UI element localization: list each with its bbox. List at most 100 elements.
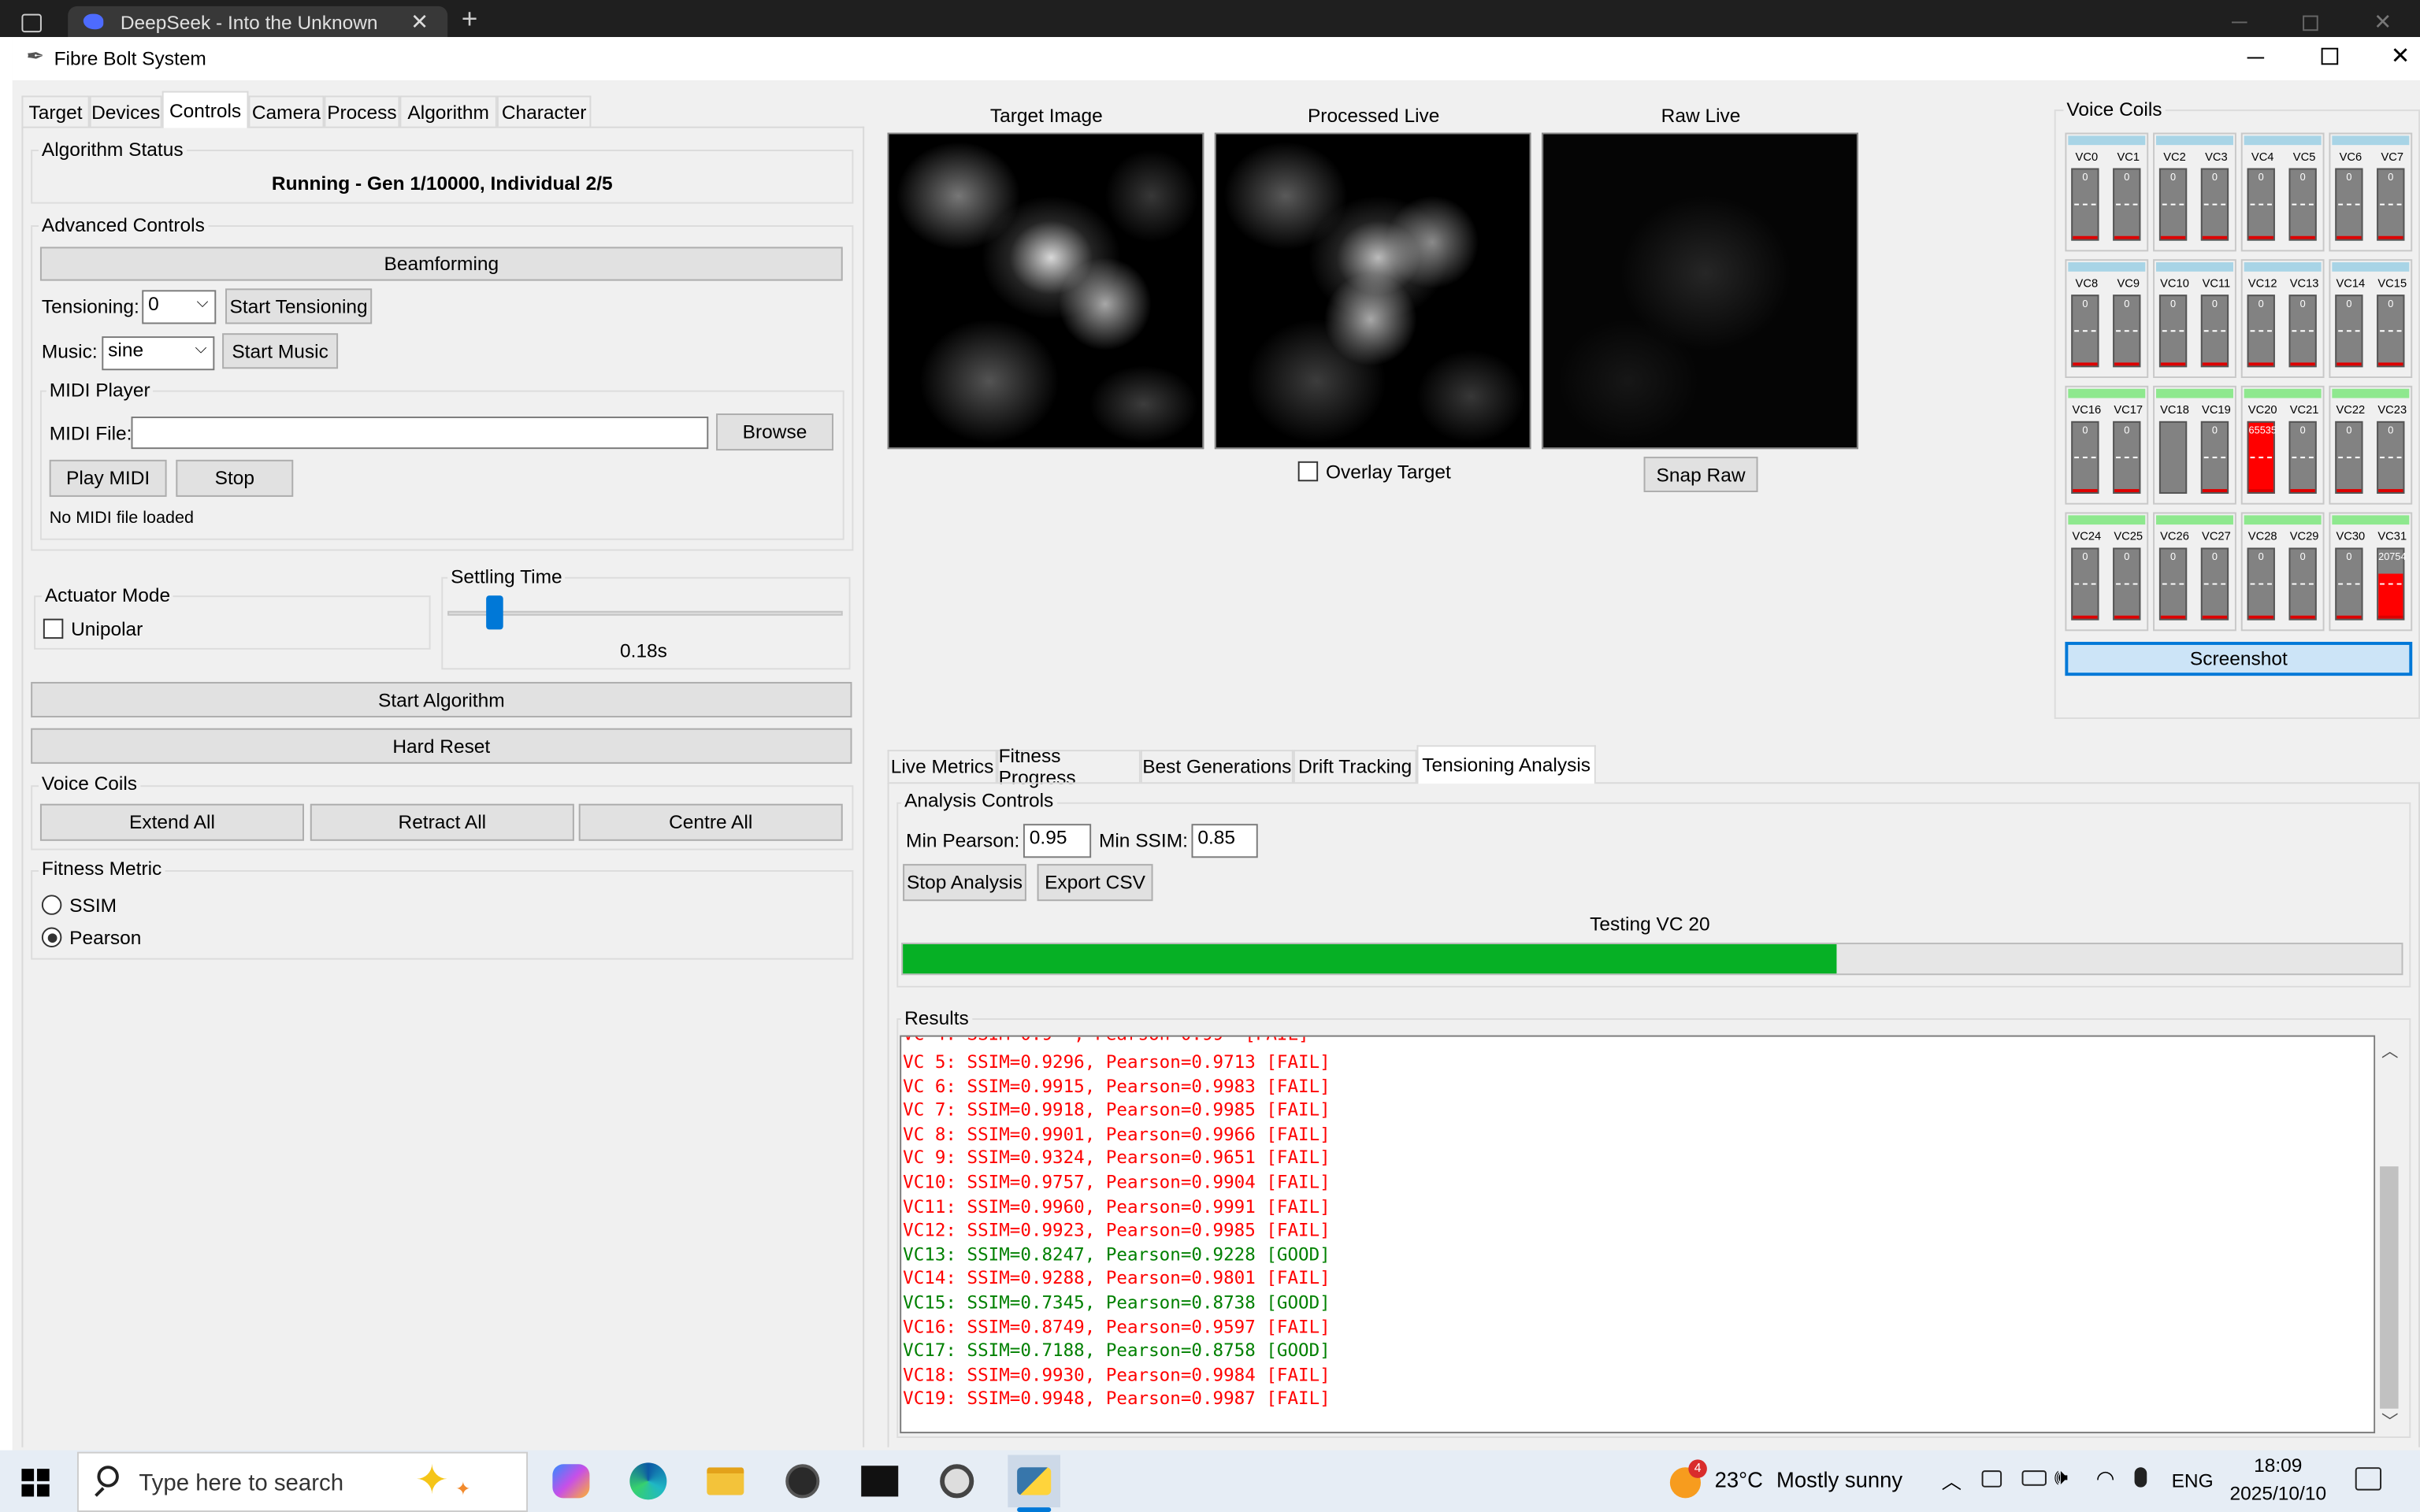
browser-close-icon[interactable]: ✕ <box>2374 9 2392 35</box>
tensioning-select[interactable]: 0 ⌵ <box>142 290 217 324</box>
voice-coil-slider[interactable]: 0 <box>2335 547 2363 621</box>
voice-coil-slider[interactable]: 0 <box>2113 168 2141 241</box>
tab-tensioning-analysis[interactable]: Tensioning Analysis <box>1416 745 1596 784</box>
browse-button[interactable]: Browse <box>716 413 833 451</box>
scroll-down-icon[interactable]: ﹀ <box>2381 1409 2399 1433</box>
voice-coil-slider[interactable]: 0 <box>2335 168 2363 241</box>
stop-midi-button[interactable]: Stop <box>176 459 294 497</box>
tab-controls[interactable]: Controls <box>161 91 249 128</box>
pearson-radio[interactable] <box>41 927 62 947</box>
notification-icon[interactable] <box>2355 1467 2382 1491</box>
close-tab-icon[interactable]: ✕ <box>410 9 429 35</box>
voice-coil-slider[interactable]: 20754 <box>2377 547 2407 621</box>
stop-analysis-button[interactable]: Stop Analysis <box>903 864 1026 902</box>
retract-all-button[interactable]: Retract All <box>310 803 574 841</box>
overlay-target-checkbox[interactable] <box>1297 461 1319 482</box>
voice-coil-slider[interactable]: 0 <box>2247 547 2275 621</box>
tab-character[interactable]: Character <box>496 95 592 127</box>
python-app-icon[interactable] <box>1008 1455 1060 1508</box>
volume-icon[interactable]: 🕪 <box>2054 1464 2068 1490</box>
browser-max-icon[interactable] <box>2303 15 2318 32</box>
tab-process[interactable]: Process <box>324 95 400 127</box>
voice-coil-slider[interactable]: 0 <box>2071 168 2099 241</box>
voice-coil-slider[interactable]: 0 <box>2200 547 2229 621</box>
browser-min-icon[interactable] <box>2232 21 2247 24</box>
settling-slider-track[interactable] <box>447 595 843 630</box>
tab-best-generations[interactable]: Best Generations <box>1140 750 1294 783</box>
settling-slider-thumb[interactable] <box>485 595 503 630</box>
voice-coil-slider[interactable]: 0 <box>2200 421 2229 494</box>
voice-coil-slider[interactable]: 0 <box>2071 547 2099 621</box>
voice-coil-slider[interactable]: 0 <box>2158 295 2188 368</box>
voice-coil-slider[interactable] <box>2158 421 2188 494</box>
voice-coil-slider[interactable]: 0 <box>2377 295 2405 368</box>
voice-coil-slider[interactable]: 0 <box>2071 295 2099 368</box>
browser-tab[interactable]: DeepSeek - Into the Unknown ✕ <box>68 6 448 38</box>
results-scrollbar[interactable]: ︿ ﹀ <box>2375 1035 2403 1434</box>
edge-browser-icon[interactable] <box>622 1455 675 1508</box>
windows-start-icon[interactable] <box>21 1469 50 1497</box>
obs-icon[interactable] <box>776 1455 829 1508</box>
voice-coil-slider[interactable]: 0 <box>2200 295 2229 368</box>
voice-coil-slider[interactable]: 65535 <box>2247 421 2277 494</box>
voice-coil-slider[interactable]: 0 <box>2335 421 2363 494</box>
tab-fitness-progress[interactable]: Fitness Progress <box>997 745 1141 788</box>
voice-coil-slider[interactable]: 0 <box>2113 547 2141 621</box>
beamforming-button[interactable]: Beamforming <box>39 246 843 281</box>
voice-coil-slider[interactable]: 0 <box>2158 547 2188 621</box>
sidebar-toggle-icon[interactable] <box>21 13 42 33</box>
tab-camera[interactable]: Camera <box>248 95 325 127</box>
midi-file-input[interactable] <box>131 416 709 450</box>
centre-all-button[interactable]: Centre All <box>578 803 843 841</box>
voice-coil-slider[interactable]: 0 <box>2335 295 2363 368</box>
results-textbox[interactable]: VC 4: SSIM=0.9 , Pearson=0.99 [FAIL] VC … <box>900 1035 2376 1434</box>
voice-coil-slider[interactable]: 0 <box>2288 295 2317 368</box>
min-pearson-input[interactable]: 0.95 <box>1023 824 1092 858</box>
tab-live-metrics[interactable]: Live Metrics <box>887 750 997 783</box>
snap-raw-button[interactable]: Snap Raw <box>1643 456 1758 492</box>
voice-coil-slider[interactable]: 0 <box>2071 421 2099 494</box>
chevron-up-icon[interactable]: ︿ <box>1942 1466 1962 1495</box>
start-algorithm-button[interactable]: Start Algorithm <box>31 681 852 718</box>
ssim-radio[interactable] <box>41 895 62 915</box>
copilot-icon[interactable] <box>545 1455 598 1508</box>
language-indicator[interactable]: ENG <box>2172 1470 2214 1492</box>
voice-coil-slider[interactable]: 0 <box>2377 168 2405 241</box>
voice-coil-slider[interactable]: 0 <box>2288 547 2317 621</box>
voice-coil-slider[interactable]: 0 <box>2113 295 2141 368</box>
extend-all-button[interactable]: Extend All <box>39 803 304 841</box>
voice-coil-slider[interactable]: 0 <box>2247 168 2275 241</box>
close-window-icon[interactable]: ✕ <box>2391 42 2411 69</box>
clock-time[interactable]: 18:09 <box>2222 1455 2333 1477</box>
scroll-thumb[interactable] <box>2380 1166 2399 1409</box>
start-music-button[interactable]: Start Music <box>222 333 339 369</box>
voice-coil-slider[interactable]: 0 <box>2158 168 2188 241</box>
voice-coil-slider[interactable]: 0 <box>2200 168 2229 241</box>
meet-now-icon[interactable] <box>1981 1470 2002 1488</box>
tab-drift-tracking[interactable]: Drift Tracking <box>1293 750 1417 783</box>
voice-coil-slider[interactable]: 0 <box>2247 295 2275 368</box>
microphone-icon[interactable] <box>2134 1467 2147 1488</box>
weather-temp[interactable]: 23°C <box>1715 1467 1763 1492</box>
maximize-icon[interactable] <box>2321 47 2339 65</box>
screenshot-button[interactable]: Screenshot <box>2065 642 2413 676</box>
tab-devices[interactable]: Devices <box>89 95 162 127</box>
voice-coil-slider[interactable]: 0 <box>2288 168 2317 241</box>
battery-icon[interactable] <box>2021 1470 2047 1486</box>
minimize-icon[interactable] <box>2247 57 2265 59</box>
taskbar-search-box[interactable]: Type here to search ✦ ✦ <box>76 1451 529 1512</box>
file-explorer-icon[interactable] <box>700 1455 752 1508</box>
camera-app-icon[interactable] <box>930 1455 983 1508</box>
tab-target[interactable]: Target <box>21 95 90 127</box>
scroll-up-icon[interactable]: ︿ <box>2381 1039 2399 1063</box>
export-csv-button[interactable]: Export CSV <box>1037 864 1153 902</box>
unipolar-checkbox[interactable] <box>43 618 64 639</box>
play-midi-button[interactable]: Play MIDI <box>49 459 167 497</box>
hard-reset-button[interactable]: Hard Reset <box>31 728 852 764</box>
voice-coil-slider[interactable]: 0 <box>2113 421 2141 494</box>
wifi-icon[interactable]: ◠ <box>2096 1466 2115 1492</box>
new-tab-icon[interactable]: + <box>462 3 478 35</box>
voice-coil-slider[interactable]: 0 <box>2288 421 2317 494</box>
min-ssim-input[interactable]: 0.85 <box>1191 824 1258 858</box>
music-select[interactable]: sine ⌵ <box>102 336 215 371</box>
